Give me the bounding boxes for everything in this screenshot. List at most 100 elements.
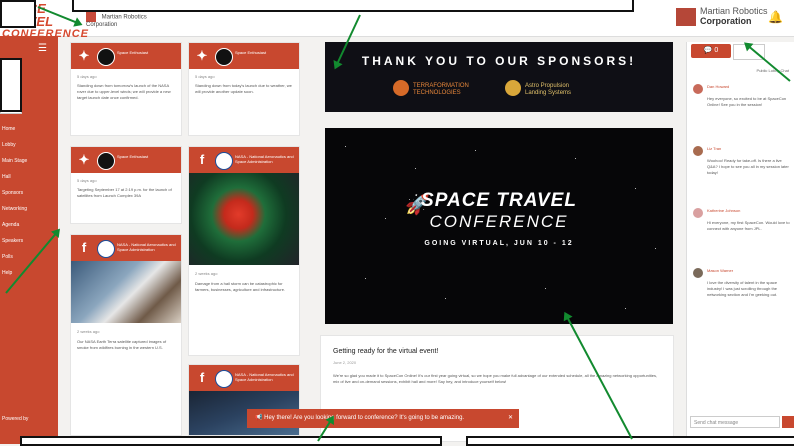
header-sponsor[interactable]: Martian Robotics Corporation: [86, 12, 147, 29]
chat-message-name: Liz Tran: [707, 146, 722, 151]
card-text: Standing down from tomorrow's launch of …: [77, 83, 171, 100]
sponsor-logo-astro[interactable]: Astro Propulsion Landing Systems: [505, 80, 615, 100]
planet-icon: [393, 80, 409, 96]
feed-card-5[interactable]: f NASA - National Aeronautics and Space …: [70, 234, 182, 436]
sidebar-item-polls[interactable]: Polls: [2, 252, 56, 262]
chat-message-text: Hi everyone, my first SpaceCon. Would lo…: [707, 220, 790, 231]
video-tagline: GOING VIRTUAL, JUN 10 - 12: [424, 240, 574, 247]
feed-card-4[interactable]: f NASA - National Aeronautics and Space …: [188, 146, 300, 356]
sponsor-line-1: Astro Propulsion: [525, 83, 570, 89]
avatar: [693, 146, 703, 156]
chat-message-name: Dan Howard: [707, 84, 730, 89]
avatar: [693, 84, 703, 94]
card-header: ✦ Space Enthusiast: [71, 147, 181, 173]
rocket-icon: [505, 80, 521, 96]
sponsor-banner: THANK YOU TO OUR SPONSORS! TERRAFORMATIO…: [325, 42, 673, 112]
chat-message-text: I love the diversity of talent in the sp…: [707, 280, 778, 297]
header-sponsor-line-1: Martian Robotics: [101, 14, 147, 21]
avatar: [97, 240, 115, 258]
brand-right-line-2: Corporation: [700, 16, 752, 26]
chat-message-name: Katherine Johnson: [707, 208, 741, 213]
sidebar-item-main-stage[interactable]: Main Stage: [2, 156, 56, 166]
card-time: 2 weeks ago: [77, 329, 100, 334]
post-text: We're so glad you made it to SpaceCon On…: [333, 373, 658, 384]
chat-message: Katherine Johnson Hi everyone, my first …: [693, 208, 793, 258]
callout-box: [0, 0, 36, 28]
chat-panel: 💬 0 Public Lobby Chat Dan Howard Hey eve…: [686, 42, 794, 444]
close-icon[interactable]: ✕: [508, 409, 513, 428]
avatar: [215, 48, 233, 66]
avatar: [215, 370, 233, 388]
avatar: [693, 268, 703, 278]
card-text: Damage from a hail storm can be catastro…: [195, 281, 286, 292]
chat-message-text: Woohoo! Ready for take-off. Is there a l…: [707, 158, 789, 175]
avatar: [97, 152, 115, 170]
sidebar-item-lobby[interactable]: Lobby: [2, 140, 56, 150]
card-handle: NASA - National Aeronautics and Space Ad…: [235, 154, 294, 164]
chat-icon: 💬: [703, 47, 715, 54]
card-handle: NASA - National Aeronautics and Space Ad…: [235, 372, 294, 382]
sidebar-item-help[interactable]: Help: [2, 268, 56, 278]
video-subtitle: CONFERENCE: [429, 212, 569, 231]
notification-icon[interactable]: 🔔: [768, 10, 786, 28]
sidebar-item-sponsors[interactable]: Sponsors: [2, 188, 56, 198]
satellite-image[interactable]: [71, 261, 181, 323]
callout-box: [20, 436, 442, 446]
post-title: Getting ready for the virtual event!: [333, 348, 439, 355]
twitter-icon: ✦: [78, 48, 90, 63]
callout-box: [0, 58, 22, 112]
feed-card-2[interactable]: ✦ Space Enthusiast 5 days ago Standing d…: [188, 42, 300, 136]
notification-toast[interactable]: 📢 Hey there! Are you looking forward to …: [247, 409, 519, 428]
chat-message-text: Hey everyone, so excited to be at SpaceC…: [707, 96, 787, 107]
sponsor-line-1: TERRAFORMATION: [413, 83, 469, 89]
chat-message: Dan Howard Hey everyone, so excited to b…: [693, 84, 793, 142]
sponsor-title: THANK YOU TO OUR SPONSORS!: [361, 54, 637, 68]
toast-text: Hey there! Are you looking forward to co…: [264, 415, 465, 421]
sidebar-item-hall[interactable]: Hall: [2, 172, 56, 182]
sidebar-item-networking[interactable]: Networking: [2, 204, 56, 214]
avatar: [97, 48, 115, 66]
chat-message: Liz Tran Woohoo! Ready for take-off. Is …: [693, 146, 793, 200]
chat-input[interactable]: Send chat message: [690, 416, 780, 428]
card-header: ✦ Space Enthusiast: [189, 43, 299, 69]
card-text: Our NASA Earth Terra satellite captured …: [77, 339, 167, 350]
callout-box: [72, 0, 634, 12]
card-header: f NASA - National Aeronautics and Space …: [189, 365, 299, 391]
card-text: Standing down from today's launch due to…: [195, 83, 292, 94]
card-handle: Space Enthusiast: [117, 50, 149, 55]
chat-message-name: Mason Warner: [707, 268, 734, 273]
card-header: f NASA - National Aeronautics and Space …: [189, 147, 299, 173]
tab-chat[interactable]: 💬 0: [691, 44, 731, 58]
brand-right[interactable]: Martian Robotics Corporation: [676, 6, 768, 26]
card-time: 5 days ago: [77, 178, 97, 183]
card-time: 2 weeks ago: [195, 271, 218, 276]
send-button[interactable]: [782, 416, 794, 428]
tab-chat-count: 0: [714, 47, 719, 54]
facebook-icon: f: [199, 152, 205, 167]
card-time: 5 days ago: [195, 74, 215, 79]
facebook-icon: f: [81, 240, 87, 255]
header-sponsor-line-2: Corporation: [86, 22, 118, 28]
radar-image[interactable]: [189, 173, 299, 265]
powered-by: Powered by: [2, 416, 29, 422]
avatar: [693, 208, 703, 218]
video-player[interactable]: 🚀 SPACE TRAVEL CONFERENCE GOING VIRTUAL,…: [325, 128, 673, 324]
feed-card-1[interactable]: ✦ Space Enthusiast 5 days ago Standing d…: [70, 42, 182, 136]
sponsor-logo-icon: [86, 12, 96, 22]
card-text: Targeting September 17 at 2:19 p.m. for …: [77, 187, 172, 198]
brand-logo-icon: [676, 8, 696, 26]
twitter-icon: ✦: [78, 152, 90, 167]
sidebar-item-home[interactable]: Home: [2, 124, 56, 134]
twitter-icon: ✦: [196, 48, 208, 63]
card-header: f NASA - National Aeronautics and Space …: [71, 235, 181, 261]
card-header: ✦ Space Enthusiast: [71, 43, 181, 69]
feed-card-3[interactable]: ✦ Space Enthusiast 5 days ago Targeting …: [70, 146, 182, 224]
sidebar-item-agenda[interactable]: Agenda: [2, 220, 56, 230]
card-handle: NASA - National Aeronautics and Space Ad…: [117, 242, 176, 252]
menu-icon[interactable]: ☰: [38, 44, 50, 54]
video-title: SPACE TRAVEL: [421, 190, 577, 211]
card-handle: Space Enthusiast: [117, 154, 149, 159]
facebook-icon: f: [199, 370, 205, 385]
chat-message: Mason Warner I love the diversity of tal…: [693, 268, 793, 338]
sponsor-logo-terraformation[interactable]: TERRAFORMATION TECHNOLOGIES: [393, 80, 503, 100]
